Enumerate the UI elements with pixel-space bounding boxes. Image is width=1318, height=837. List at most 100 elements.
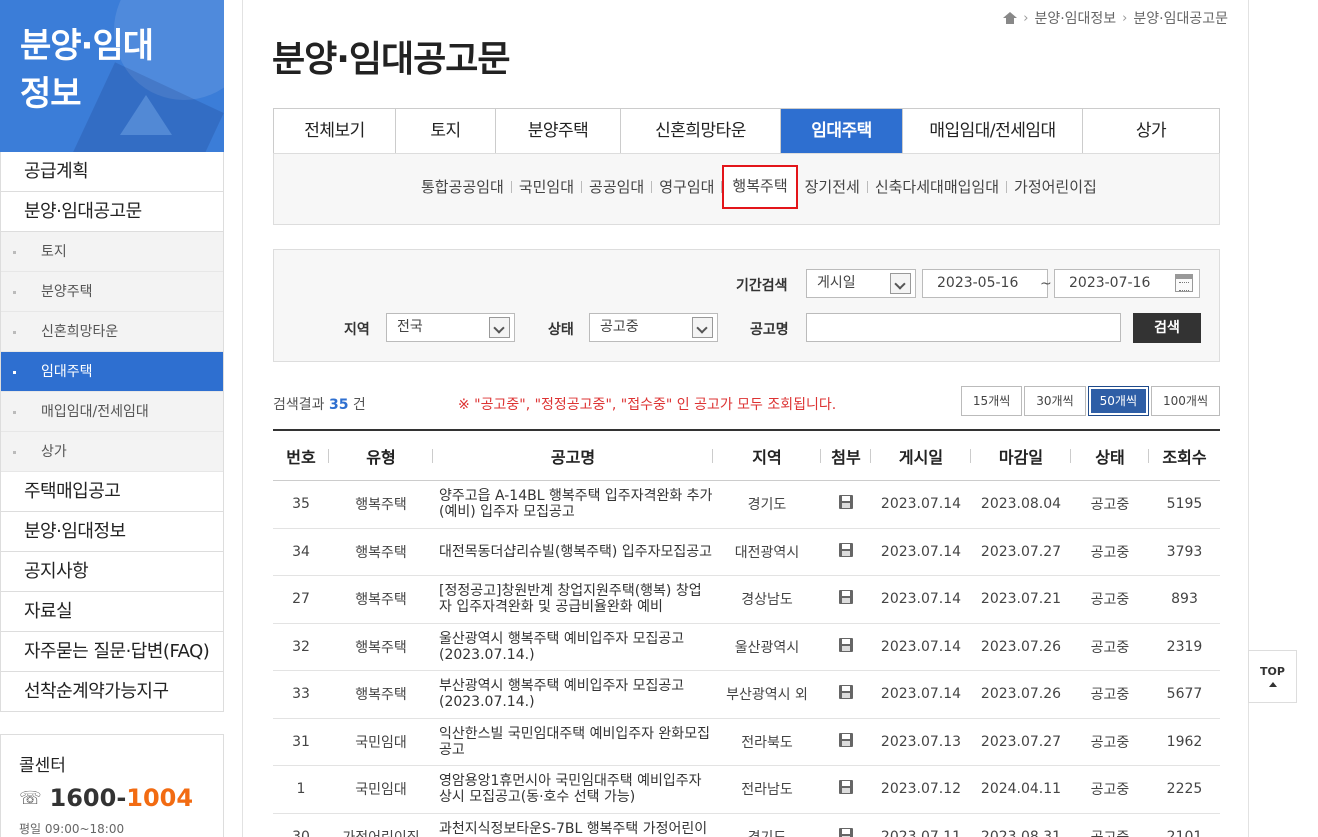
table-row[interactable]: 30 가정어린이집과천지식정보타운S-7BL 행복주택 가정어린이집경기도 2023… — [273, 814, 1220, 837]
sidebar-item-announcements[interactable]: 공지사항 — [1, 552, 223, 592]
period-select[interactable]: 게시일 — [806, 269, 916, 298]
subtab-home-daycare[interactable]: 가정어린이집 — [1007, 175, 1104, 199]
row-title-link[interactable]: [정정공고]창원반계 창업지원주택(행복) 창업자 입주자격완화 및 공급비율완… — [433, 583, 713, 615]
calendar-icon[interactable] — [1175, 274, 1193, 292]
row-attachment — [821, 827, 871, 837]
attachment-icon[interactable] — [839, 685, 853, 700]
attachment-icon[interactable] — [839, 495, 853, 510]
call-center-number: ☏ 1600- 1004 — [19, 784, 205, 812]
sidebar-item-archive[interactable]: 자료실 — [1, 592, 223, 632]
date-to-input[interactable]: 2023-07-16 — [1054, 269, 1200, 298]
sidebar-item-supply-plan[interactable]: 공급계획 — [1, 152, 223, 192]
scroll-top-label: TOP — [1260, 665, 1285, 678]
row-region: 울산광역시 — [734, 639, 800, 656]
subtab-long-term-jeonse[interactable]: 장기전세 — [798, 175, 867, 199]
sidebar-subitem-newlywed-town[interactable]: 신혼희망타운 — [1, 312, 223, 352]
chevron-down-icon — [489, 317, 510, 338]
table-row[interactable]: 1 국민임대 영암용앙1휴먼시아 국민임대주택 예비입주자 상시 모집공고(동·호수… — [273, 766, 1220, 814]
row-title-link[interactable]: 과천지식정보타운S-7BL 행복주택 가정어린이집 — [433, 821, 713, 837]
row-posted-date: 2023.07.14 — [880, 591, 962, 608]
home-icon[interactable] — [1003, 12, 1018, 24]
per-page-selector: 15개씩 30개씩 50개씩 100개씩 — [960, 386, 1220, 416]
title-search-input[interactable] — [806, 313, 1121, 342]
attachment-icon[interactable] — [839, 780, 853, 795]
tab-land[interactable]: 토지 — [396, 109, 496, 154]
category-tabs: 전체보기 토지 분양주택 신혼희망타운 임대주택 매입임대/전세임대 상가 — [273, 108, 1220, 154]
row-title-link[interactable]: 양주고읍 A-14BL 행복주택 입주자격완화 추가(예비) 입주자 모집공고 — [433, 488, 713, 520]
subtab-happy-housing[interactable]: 행복주택 — [722, 165, 798, 209]
attachment-icon[interactable] — [839, 542, 853, 557]
table-row[interactable]: 35 행복주택 양주고읍 A-14BL 행복주택 입주자격완화 추가(예비) 입주자… — [273, 481, 1220, 529]
tab-rental-housing[interactable]: 임대주택 — [781, 109, 903, 154]
table-row[interactable]: 34 행복주택 대전목동더샵리슈빌(행복주택) 입주자모집공고 대전광역시 2023.0… — [273, 529, 1220, 576]
per-page-30-button[interactable]: 30개씩 — [1024, 386, 1086, 416]
breadcrumb-item[interactable]: 분양·임대정보 — [1034, 8, 1116, 28]
sidebar-item-faq[interactable]: 자주묻는 질문·답변(FAQ) — [1, 632, 223, 672]
search-button[interactable]: 검색 — [1133, 313, 1201, 343]
column-header: 게시일 — [871, 444, 971, 468]
region-select[interactable]: 전국 — [386, 313, 515, 342]
breadcrumb: › 분양·임대정보 › 분양·임대공고문 — [1003, 8, 1228, 28]
sidebar-item-info[interactable]: 분양·임대정보 — [1, 512, 223, 552]
call-number-prefix: 1600- — [49, 784, 127, 812]
row-number: 27 — [292, 591, 310, 608]
sidebar-item-notices[interactable]: 분양·임대공고문 — [1, 192, 223, 232]
sidebar-item-housing-purchase[interactable]: 주택매입공고 — [1, 472, 223, 512]
row-title-link[interactable]: 익산한스빌 국민임대주택 예비입주자 완화모집공고 — [433, 726, 713, 758]
tab-sale-housing[interactable]: 분양주택 — [496, 109, 621, 154]
row-region: 대전광역시 — [734, 544, 800, 561]
row-type: 행복주택 — [355, 544, 407, 561]
status-select[interactable]: 공고중 — [589, 313, 718, 342]
call-center-hours: 평일 09:00~18:00 — [19, 822, 125, 836]
subtab-integrated-public[interactable]: 통합공공임대 — [414, 175, 511, 199]
date-from-input[interactable]: 2023-05-16 — [922, 269, 1048, 298]
row-title-link[interactable]: 영암용앙1휴먼시아 국민임대주택 예비입주자 상시 모집공고(동·호수 선택 가… — [433, 773, 713, 805]
attachment-icon[interactable] — [839, 827, 853, 837]
chevron-down-icon — [692, 317, 713, 338]
attachment-icon[interactable] — [839, 637, 853, 652]
row-title-link[interactable]: 부산광역시 행복주택 예비입주자 모집공고(2023.07.14.) — [433, 678, 713, 710]
per-page-100-button[interactable]: 100개씩 — [1151, 386, 1220, 416]
status-label: 상태 — [548, 322, 574, 338]
attachment-icon[interactable] — [839, 732, 853, 747]
row-title-link[interactable]: 울산광역시 행복주택 예비입주자 모집공고(2023.07.14.) — [433, 631, 713, 663]
call-center-label: 콜센터 — [19, 756, 66, 776]
per-page-50-button[interactable]: 50개씩 — [1087, 386, 1149, 416]
subtab-new-multi-family[interactable]: 신축다세대매입임대 — [868, 175, 1006, 199]
sidebar-title: 분양·임대 정보 — [20, 26, 154, 114]
sidebar-subitem-land[interactable]: 토지 — [1, 232, 223, 272]
attachment-icon[interactable] — [839, 590, 853, 605]
sidebar-subitem-purchase-rental[interactable]: 매입임대/전세임대 — [1, 392, 223, 432]
tab-newlywed-town[interactable]: 신혼희망타운 — [621, 109, 781, 154]
subtab-public-rental[interactable]: 공공임대 — [582, 175, 651, 199]
row-number: 35 — [292, 496, 310, 513]
row-status: 공고중 — [1090, 544, 1130, 561]
row-deadline: 2024.04.11 — [980, 781, 1062, 798]
subtab-national-rental[interactable]: 국민임대 — [512, 175, 581, 199]
tab-commercial[interactable]: 상가 — [1083, 109, 1219, 154]
chevron-right-icon: › — [1023, 10, 1029, 26]
breadcrumb-item[interactable]: 분양·임대공고문 — [1133, 8, 1228, 28]
column-header: 지역 — [713, 444, 821, 468]
arrow-up-icon — [1268, 682, 1277, 687]
table-row[interactable]: 27 행복주택 [정정공고]창원반계 창업지원주택(행복) 창업자 입주자격완화 및… — [273, 576, 1220, 624]
sidebar-subitem-sale-housing[interactable]: 분양주택 — [1, 272, 223, 312]
sidebar-item-first-come[interactable]: 선착순계약가능지구 — [1, 672, 223, 712]
column-header: 유형 — [329, 444, 433, 468]
per-page-15-button[interactable]: 15개씩 — [960, 386, 1023, 416]
page-title: 분양·임대공고문 — [272, 39, 511, 80]
tab-all[interactable]: 전체보기 — [274, 109, 396, 154]
row-region: 경기도 — [713, 827, 821, 837]
scroll-top-button[interactable]: TOP — [1248, 650, 1297, 703]
chevron-right-icon: › — [1122, 10, 1128, 26]
row-deadline: 2023.07.26 — [980, 638, 1062, 655]
tab-purchase-rental[interactable]: 매입임대/전세임대 — [903, 109, 1083, 154]
row-posted-date: 2023.07.14 — [880, 496, 962, 513]
table-row[interactable]: 31 국민임대 익산한스빌 국민임대주택 예비입주자 완화모집공고 전라북도 2023.… — [273, 719, 1220, 766]
subtab-permanent-rental[interactable]: 영구임대 — [652, 175, 721, 199]
row-title-link[interactable]: 대전목동더샵리슈빌(행복주택) 입주자모집공고 — [433, 544, 713, 560]
table-row[interactable]: 32 행복주택 울산광역시 행복주택 예비입주자 모집공고(2023.07.14.)… — [273, 624, 1220, 671]
sidebar-subitem-commercial[interactable]: 상가 — [1, 432, 223, 472]
sidebar-subitem-rental-housing[interactable]: 임대주택 — [1, 352, 223, 392]
table-row[interactable]: 33 행복주택 부산광역시 행복주택 예비입주자 모집공고(2023.07.14.)… — [273, 671, 1220, 719]
